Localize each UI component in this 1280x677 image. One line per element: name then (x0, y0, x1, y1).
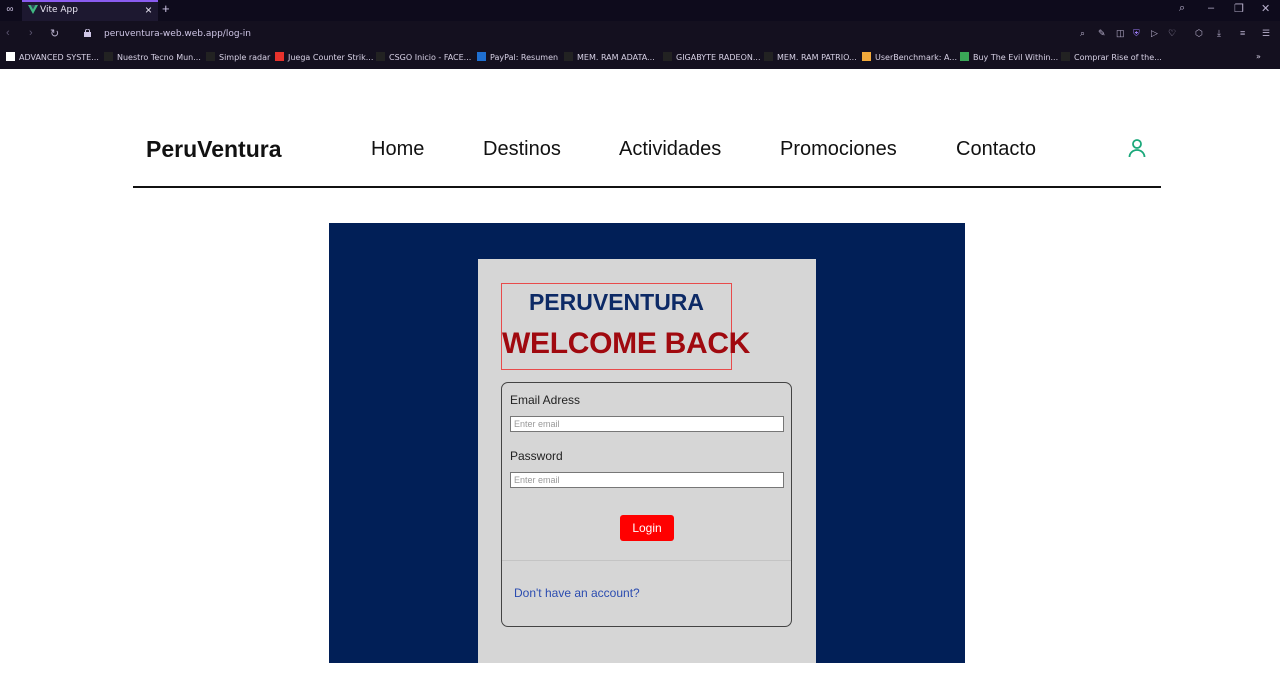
bookmark-favicon-icon (206, 52, 215, 61)
tab-close-icon[interactable]: × (145, 3, 152, 17)
site-header: PeruVentura Home Destinos Actividades Pr… (133, 120, 1161, 188)
back-icon[interactable]: ‹ (6, 27, 10, 39)
login-card: PERUVENTURA WELCOME BACK Email Adress Pa… (478, 259, 816, 663)
bookmark-favicon-icon (764, 52, 773, 61)
bookmarks-bar: ADVANCED SYSTE... Nuestro Tecno Mun... Sim… (0, 46, 1280, 69)
minimize-icon[interactable]: – (1208, 2, 1214, 14)
cube-icon[interactable]: ⬡ (1195, 28, 1203, 39)
bookmark-label: GIGABYTE RADEON... (676, 53, 761, 62)
browser-tab-bar: ∞ Vite App × + ⌕ – ❐ ✕ (0, 0, 1280, 21)
settings-icon[interactable]: ≡ (1240, 28, 1245, 38)
bookmark-label: Nuestro Tecno Mun... (117, 53, 201, 62)
vite-logo-icon (28, 5, 38, 14)
zoom-icon[interactable]: ⌕ (1080, 28, 1085, 39)
close-window-icon[interactable]: ✕ (1261, 2, 1270, 15)
password-field[interactable] (510, 472, 784, 488)
new-tab-icon[interactable]: + (162, 1, 170, 16)
nav-destinos[interactable]: Destinos (483, 138, 561, 161)
send-icon[interactable]: ▷ (1151, 28, 1158, 39)
bookmark-label: ADVANCED SYSTE... (19, 53, 99, 62)
download-icon[interactable]: ⤓ (1217, 28, 1221, 39)
bookmark-favicon-icon (1061, 52, 1070, 61)
bookmark-item[interactable]: Buy The Evil Within... (960, 52, 1058, 62)
bookmark-label: UserBenchmark: A... (875, 53, 957, 62)
bookmark-favicon-icon (104, 52, 113, 61)
bookmark-label: PayPal: Resumen (490, 53, 559, 62)
login-form: Email Adress Password Login Don't have a… (501, 382, 792, 627)
url-field[interactable]: peruventura-web.web.app/log-in (104, 29, 251, 39)
bookmark-item[interactable]: MEM. RAM ADATA... (564, 52, 655, 62)
email-field[interactable] (510, 416, 784, 432)
tab-title: Vite App (40, 5, 78, 15)
forward-icon[interactable]: › (29, 27, 33, 39)
bookmark-label: MEM. RAM PATRIO... (777, 53, 857, 62)
bookmark-item[interactable]: Juega Counter Strik... (275, 52, 373, 62)
login-button[interactable]: Login (620, 515, 674, 541)
login-stage: PERUVENTURA WELCOME BACK Email Adress Pa… (329, 223, 965, 663)
user-icon[interactable] (1127, 138, 1147, 158)
bookmark-label: Comprar Rise of the... (1074, 53, 1162, 62)
bookmark-item[interactable]: ADVANCED SYSTE... (6, 52, 99, 62)
heart-icon[interactable]: ♡ (1168, 28, 1176, 39)
bookmark-label: MEM. RAM ADATA... (577, 53, 655, 62)
form-divider (502, 560, 791, 561)
address-bar: ‹ › ↻ peruventura-web.web.app/log-in ⌕ ✎… (0, 21, 1280, 46)
restore-icon[interactable]: ❐ (1234, 2, 1244, 15)
search-icon[interactable]: ⌕ (1179, 2, 1185, 15)
bookmark-favicon-icon (376, 52, 385, 61)
brand-logo[interactable]: PeruVentura (146, 136, 282, 163)
bookmark-favicon-icon (663, 52, 672, 61)
bookmark-item[interactable]: PayPal: Resumen (477, 52, 558, 62)
browser-menu-icon[interactable]: ∞ (3, 4, 17, 16)
menu-icon[interactable]: ☰ (1262, 28, 1270, 39)
signup-link[interactable]: Don't have an account? (514, 586, 640, 600)
password-label: Password (510, 449, 563, 463)
bookmark-favicon-icon (6, 52, 15, 61)
brand-heading: PERUVENTURA (528, 289, 705, 315)
bookmark-item[interactable]: GIGABYTE RADEON... (663, 52, 760, 62)
bookmark-item[interactable]: Nuestro Tecno Mun... (104, 52, 201, 62)
bookmark-label: CSGO Inicio - FACE... (389, 53, 472, 62)
email-label: Email Adress (510, 393, 581, 407)
bookmark-item[interactable]: UserBenchmark: A... (862, 52, 957, 62)
bookmark-item[interactable]: Simple radar (206, 52, 270, 62)
nav-actividades[interactable]: Actividades (619, 138, 721, 161)
bookmark-favicon-icon (960, 52, 969, 61)
shield-icon[interactable]: ⛨ (1133, 28, 1140, 39)
edit-icon[interactable]: ✎ (1098, 28, 1106, 39)
bookmark-item[interactable]: Comprar Rise of the... (1061, 52, 1162, 62)
bookmark-favicon-icon (275, 52, 284, 61)
browser-tab[interactable]: Vite App × (22, 0, 158, 21)
bookmark-favicon-icon (477, 52, 486, 61)
bookmark-label: Juega Counter Strik... (288, 53, 374, 62)
bookmark-label: Simple radar (219, 53, 271, 62)
camera-icon[interactable]: ◫ (1116, 28, 1125, 39)
nav-home[interactable]: Home (371, 138, 424, 161)
nav-contacto[interactable]: Contacto (956, 138, 1036, 161)
bookmark-favicon-icon (564, 52, 573, 61)
lock-icon (84, 29, 91, 37)
heading-box: PERUVENTURA WELCOME BACK (501, 283, 751, 370)
reload-icon[interactable]: ↻ (50, 27, 59, 40)
bookmark-favicon-icon (862, 52, 871, 61)
more-bookmarks-icon[interactable]: » (1256, 52, 1261, 61)
bookmark-label: Buy The Evil Within... (973, 53, 1059, 62)
nav-promociones[interactable]: Promociones (780, 138, 897, 161)
bookmark-item[interactable]: MEM. RAM PATRIO... (764, 52, 857, 62)
bookmark-item[interactable]: CSGO Inicio - FACE... (376, 52, 471, 62)
welcome-heading: WELCOME BACK (502, 327, 751, 360)
